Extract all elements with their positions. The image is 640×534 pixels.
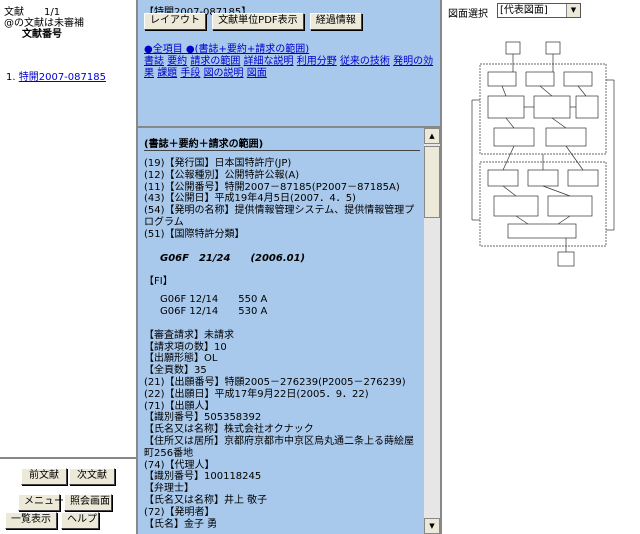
biblio-line: (71)【出願人】 <box>144 400 215 412</box>
dropdown-arrow-icon[interactable]: ▼ <box>566 4 580 17</box>
scroll-up-icon[interactable]: ▲ <box>424 128 440 144</box>
link-prior-art[interactable]: 従来の技術 <box>340 56 390 67</box>
biblio-line: (11)【公開番号】特開2007－87185(P2007－87185A) <box>144 181 400 193</box>
biblio-line: (74)【代理人】 <box>144 459 215 471</box>
fi-header: 【FI】 <box>144 276 173 288</box>
fi-code: G06F 12/14 550 A <box>160 294 268 306</box>
biblio-line: 【審査請求】未請求 <box>144 329 234 341</box>
fi-code: G06F 12/14 530 A <box>160 305 268 317</box>
prev-document-button[interactable]: 前文献 <box>21 468 67 485</box>
document-content: (書誌＋要約＋請求の範囲) (19)【発行国】日本国特許庁(JP) (12)【公… <box>138 128 424 534</box>
document-list-pane: 文献 1/1 @の文献は未審補 文献番号 1. 特開2007-087185 前文… <box>0 0 138 534</box>
link-drawings[interactable]: 図面 <box>247 68 267 79</box>
ipc-header: (51)【国際特許分類】 <box>144 228 245 240</box>
figure-select[interactable]: [代表図面] ▼ <box>497 3 581 18</box>
link-field[interactable]: 利用分野 <box>297 56 337 67</box>
biblio-line: (72)【発明者】 <box>144 506 215 518</box>
link-problem[interactable]: 課題 <box>157 68 177 79</box>
biblio-line: 【識別番号】505358392 <box>144 412 262 424</box>
link-abstract[interactable]: 要約 <box>167 56 187 67</box>
link-figure-description[interactable]: 図の説明 <box>204 68 244 79</box>
invention-title: (54)【発明の名称】提供情報管理システム、提供情報管理プログラム <box>144 205 415 228</box>
vertical-scrollbar[interactable]: ▲ ▼ <box>424 128 440 534</box>
biblio-line: 【氏名】金子 勇 <box>144 518 218 530</box>
biblio-line: 【出願形態】OL <box>144 353 218 365</box>
bibliography-block: (19)【発行国】日本国特許庁(JP) (12)【公報種別】公開特許公報(A) … <box>144 158 422 530</box>
applicant-address: 【住所又は居所】京都府京都市中京区烏丸通二条上る蒔絵屋町256番地 <box>144 435 414 459</box>
figure-select-value: [代表図面] <box>500 5 548 16</box>
biblio-line: 【氏名又は名称】井上 敬子 <box>144 494 268 506</box>
toolbar-buttons: レイアウト 文献単位PDF表示 経過情報 <box>144 13 365 30</box>
biblio-line: 【請求項の数】10 <box>144 341 227 353</box>
list-item-index: 1. <box>6 72 16 83</box>
link-means[interactable]: 手段 <box>180 68 200 79</box>
biblio-line: 【弁理士】 <box>144 483 194 495</box>
menu-button[interactable]: メニュー <box>18 494 64 511</box>
biblio-line: (22)【出願日】平成17年9月22日(2005．9．22) <box>144 388 369 400</box>
help-button[interactable]: ヘルプ <box>61 512 99 529</box>
biblio-line: 【全頁数】35 <box>144 365 207 377</box>
navigation-footer: 前文献 次文献 メニュー 照会画面 一覧表示 ヘルプ <box>0 457 136 534</box>
link-detailed-description[interactable]: 詳細な説明 <box>244 56 294 67</box>
doc-number-header: 文献番号 <box>22 29 62 40</box>
biblio-line: 【氏名又は名称】株式会社オクナック <box>144 424 314 436</box>
representative-drawing[interactable] <box>468 40 618 270</box>
document-toolbar-pane: 【特開2007-087185】 レイアウト 文献単位PDF表示 経過情報 ●全項… <box>138 0 440 128</box>
biblio-line: (19)【発行国】日本国特許庁(JP) <box>144 158 292 169</box>
link-claims[interactable]: 請求の範囲 <box>190 56 240 67</box>
scroll-thumb[interactable] <box>424 146 440 218</box>
list-view-button[interactable]: 一覧表示 <box>5 512 57 529</box>
link-bibliography[interactable]: 書誌 <box>144 56 164 67</box>
next-document-button[interactable]: 次文献 <box>69 468 115 485</box>
figure-pane: 図面選択 [代表図面] ▼ <box>440 0 640 534</box>
section-links: ●全項目 ●(書誌+要約+請求の範囲) 書誌 要約 請求の範囲 詳細な説明 利用… <box>144 44 434 80</box>
pdf-display-button[interactable]: 文献単位PDF表示 <box>212 13 304 30</box>
biblio-line: 【識別番号】100118245 <box>144 471 262 483</box>
section-mode-link[interactable]: ●全項目 ●(書誌+要約+請求の範囲) <box>144 44 309 55</box>
section-divider <box>144 150 420 151</box>
figure-select-label: 図面選択 <box>448 9 488 20</box>
layout-button[interactable]: レイアウト <box>144 13 206 30</box>
query-screen-button[interactable]: 照会画面 <box>64 494 112 511</box>
document-link[interactable]: 特開2007-087185 <box>19 72 106 83</box>
history-button[interactable]: 経過情報 <box>309 13 362 30</box>
document-content-pane: (書誌＋要約＋請求の範囲) (19)【発行国】日本国特許庁(JP) (12)【公… <box>138 128 440 534</box>
section-title: (書誌＋要約＋請求の範囲) <box>144 139 264 150</box>
ipc-code: G06F 21/24 (2006.01) <box>160 252 306 264</box>
document-list: 1. 特開2007-087185 <box>6 68 106 83</box>
scroll-down-icon[interactable]: ▼ <box>424 518 440 534</box>
biblio-line: (21)【出願番号】特願2005－276239(P2005－276239) <box>144 376 406 388</box>
biblio-line: (43)【公開日】平成19年4月5日(2007．4．5) <box>144 193 356 205</box>
biblio-line: (12)【公報種別】公開特許公報(A) <box>144 169 300 181</box>
